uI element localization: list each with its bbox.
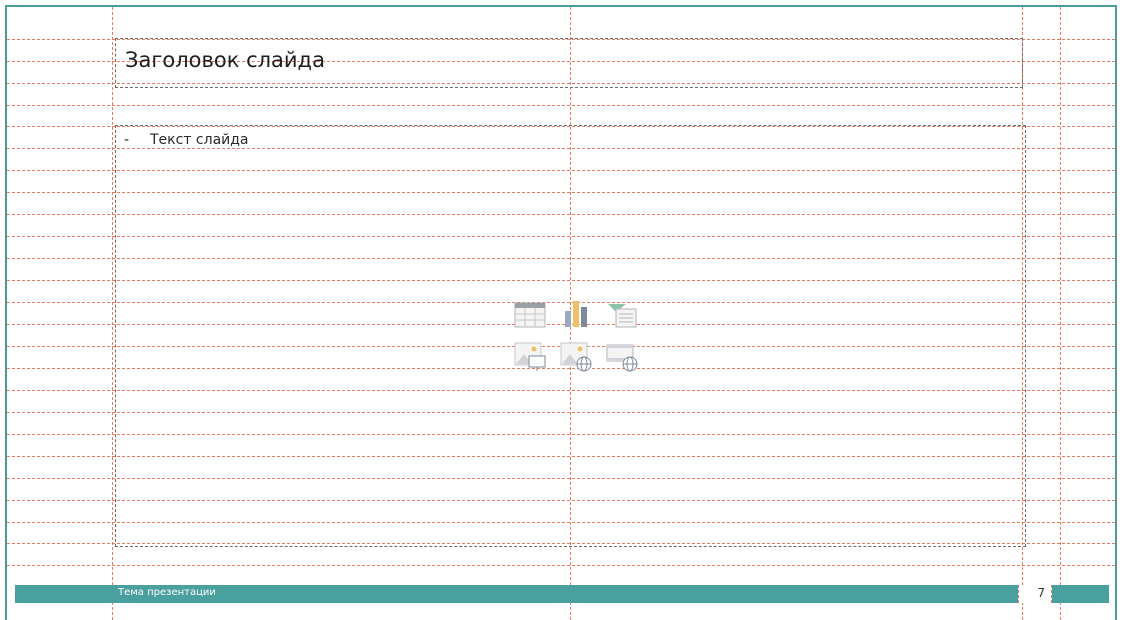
vertical-guide[interactable] <box>112 7 113 620</box>
slide-number-placeholder[interactable]: 7 <box>1018 585 1052 603</box>
insert-smartart-icon[interactable] <box>604 298 640 332</box>
horizontal-guide[interactable] <box>7 105 1115 106</box>
bullet-marker: - <box>124 132 130 148</box>
slide-title[interactable]: Заголовок слайда <box>125 48 325 72</box>
insert-picture-icon[interactable] <box>512 340 548 374</box>
slide-number: 7 <box>1037 586 1045 600</box>
content-placeholder[interactable]: - Текст слайда <box>115 125 1026 547</box>
slide-canvas[interactable]: Заголовок слайда - Текст слайда <box>5 5 1117 620</box>
horizontal-guide[interactable] <box>7 565 1115 566</box>
insert-content-icons <box>510 298 645 378</box>
insert-chart-icon[interactable] <box>558 298 594 332</box>
footer-text[interactable]: Тема презентации <box>118 587 216 598</box>
footer-band: Тема презентации <box>15 585 1109 603</box>
body-bullet[interactable]: - Текст слайда <box>124 132 249 148</box>
insert-online-picture-icon[interactable] <box>558 340 594 374</box>
body-text[interactable]: Текст слайда <box>150 132 249 148</box>
insert-table-icon[interactable] <box>512 298 548 332</box>
title-placeholder[interactable]: Заголовок слайда <box>115 38 1023 88</box>
vertical-guide[interactable] <box>1060 7 1061 620</box>
insert-video-icon[interactable] <box>604 340 640 374</box>
